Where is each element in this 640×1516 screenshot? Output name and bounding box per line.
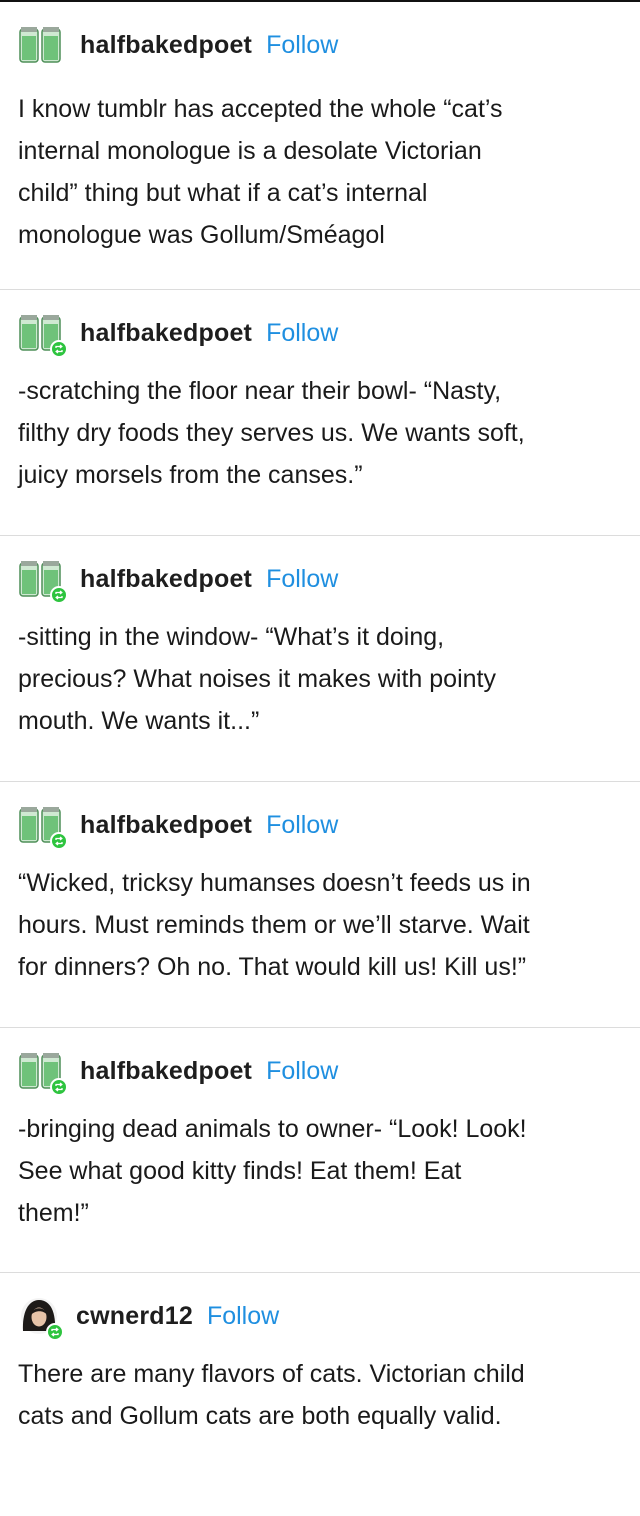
follow-button[interactable]: Follow	[207, 1302, 279, 1331]
post-text: -sitting in the window- “What’s it doing…	[18, 623, 496, 735]
post-4: halfbakedpoet Follow “Wicked, tricksy hu…	[0, 782, 640, 1028]
post-text: -scratching the floor near their bowl- “…	[18, 377, 525, 489]
post-header: halfbakedpoet Follow	[18, 804, 622, 850]
username[interactable]: halfbakedpoet	[80, 31, 252, 60]
post-text: -bringing dead animals to owner- “Look! …	[18, 1115, 527, 1227]
post-text: “Wicked, tricksy humanses doesn’t feeds …	[18, 869, 531, 981]
follow-button[interactable]: Follow	[266, 811, 338, 840]
follow-button[interactable]: Follow	[266, 565, 338, 594]
post-2: halfbakedpoet Follow -scratching the flo…	[0, 290, 640, 536]
username[interactable]: halfbakedpoet	[80, 319, 252, 348]
post-header: halfbakedpoet Follow	[18, 312, 622, 358]
post-text: I know tumblr has accepted the whole “ca…	[18, 95, 503, 249]
follow-button[interactable]: Follow	[266, 319, 338, 348]
post-5: halfbakedpoet Follow -bringing dead anim…	[0, 1028, 640, 1273]
username[interactable]: halfbakedpoet	[80, 811, 252, 840]
post-text: There are many flavors of cats. Victoria…	[18, 1360, 525, 1430]
username[interactable]: halfbakedpoet	[80, 1057, 252, 1086]
follow-button[interactable]: Follow	[266, 31, 338, 60]
avatar[interactable]	[18, 26, 64, 64]
reblog-icon	[50, 832, 68, 850]
post-header: halfbakedpoet Follow	[18, 1050, 622, 1096]
post-header: halfbakedpoet Follow	[18, 24, 622, 66]
glass-jar-avatar-icon	[19, 27, 61, 63]
username[interactable]: cwnerd12	[76, 1302, 193, 1331]
post-header: halfbakedpoet Follow	[18, 558, 622, 604]
username[interactable]: halfbakedpoet	[80, 565, 252, 594]
reblog-icon	[50, 586, 68, 604]
follow-button[interactable]: Follow	[266, 1057, 338, 1086]
reblog-icon	[50, 340, 68, 358]
avatar[interactable]	[18, 1297, 64, 1341]
avatar[interactable]	[18, 560, 68, 604]
avatar[interactable]	[18, 1052, 68, 1096]
post-header: cwnerd12 Follow	[18, 1295, 622, 1341]
post-1: halfbakedpoet Follow I know tumblr has a…	[0, 2, 640, 290]
post-3: halfbakedpoet Follow -sitting in the win…	[0, 536, 640, 782]
avatar[interactable]	[18, 806, 68, 850]
reblog-icon	[50, 1078, 68, 1096]
reblog-icon	[46, 1323, 64, 1341]
post-6: cwnerd12 Follow There are many flavors o…	[0, 1273, 640, 1513]
avatar[interactable]	[18, 314, 68, 358]
